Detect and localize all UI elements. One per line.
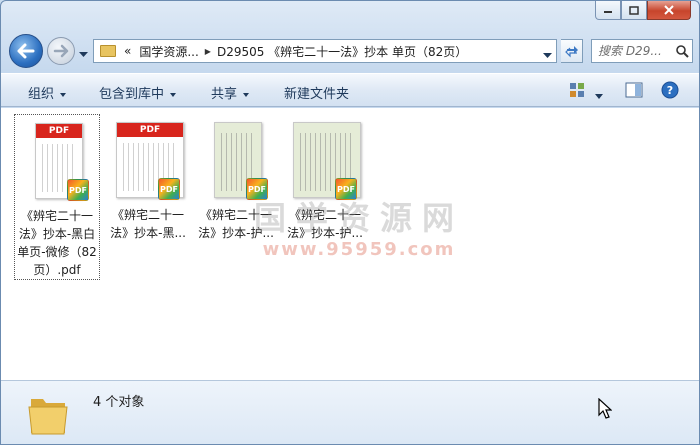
- file-item-1[interactable]: PDF PDF 《辨宅二十一法》抄本-黑白单页-微修（82页）.pdf: [14, 114, 100, 280]
- pdf-app-icon: PDF: [67, 179, 89, 201]
- file-list-view[interactable]: PDF PDF 《辨宅二十一法》抄本-黑白单页-微修（82页）.pdf PDF …: [1, 108, 699, 380]
- chevron-down-icon: [170, 92, 177, 97]
- arrow-left-icon: [17, 43, 35, 59]
- command-toolbar: 组织 包含到库中 共享 新建文件夹 ?: [1, 73, 699, 107]
- maximize-icon: [629, 5, 639, 15]
- help-button[interactable]: ?: [661, 81, 679, 102]
- file-name: 《辨宅二十一法》抄本-护...: [287, 208, 363, 240]
- organize-label: 组织: [28, 87, 55, 102]
- back-button[interactable]: [9, 34, 43, 68]
- breadcrumb-segment-1[interactable]: 国学资源...: [135, 43, 202, 60]
- explorer-window: « 国学资源... ▶ D29505 《辨宅二十一法》抄本 单页（82页） 组织…: [0, 0, 700, 445]
- address-overflow[interactable]: «: [120, 44, 135, 58]
- include-library-label: 包含到库中: [99, 87, 165, 102]
- view-options-icon: [570, 83, 584, 97]
- help-icon: ?: [661, 81, 679, 99]
- refresh-icon: [564, 46, 578, 58]
- pdf-banner: PDF: [117, 123, 183, 137]
- item-count: 4 个对象: [93, 395, 145, 410]
- file-thumbnail: PDF: [202, 120, 270, 200]
- file-name: 《辨宅二十一法》抄本-黑...: [110, 208, 186, 240]
- caption-buttons: [595, 1, 691, 20]
- chevron-down-icon: [79, 52, 88, 57]
- file-item-4[interactable]: PDF 《辨宅二十一法》抄本-护...: [282, 114, 368, 242]
- share-button[interactable]: 共享: [211, 83, 250, 102]
- breadcrumb-separator-icon[interactable]: ▶: [203, 47, 213, 56]
- file-item-2[interactable]: PDF PDF 《辨宅二十一法》抄本-黑...: [105, 114, 191, 242]
- new-folder-button[interactable]: 新建文件夹: [284, 83, 349, 102]
- minimize-icon: [604, 11, 612, 13]
- search-input[interactable]: [598, 44, 676, 58]
- watermark-url: www.95959.com: [262, 239, 456, 260]
- chevron-down-icon: [243, 92, 250, 97]
- address-bar[interactable]: « 国学资源... ▶ D29505 《辨宅二十一法》抄本 单页（82页）: [93, 39, 557, 63]
- view-dropdown[interactable]: [595, 88, 603, 102]
- mouse-cursor-icon: [598, 398, 612, 419]
- file-name: 《辨宅二十一法》抄本-黑白单页-微修（82页）.pdf: [17, 209, 97, 277]
- recent-pages-dropdown[interactable]: [79, 47, 88, 61]
- breadcrumb-segment-2[interactable]: D29505 《辨宅二十一法》抄本 单页（82页）: [213, 43, 471, 60]
- chevron-down-icon: [543, 53, 552, 58]
- chevron-down-icon: [595, 94, 603, 99]
- file-item-3[interactable]: PDF 《辨宅二十一法》抄本-护...: [193, 114, 279, 242]
- search-icon[interactable]: [676, 44, 689, 58]
- pdf-app-icon: PDF: [246, 178, 268, 200]
- file-name: 《辨宅二十一法》抄本-护...: [198, 208, 274, 240]
- file-thumbnail: PDF PDF: [23, 121, 91, 201]
- folder-icon: [100, 45, 116, 57]
- file-thumbnail: PDF PDF: [114, 120, 184, 200]
- arrow-right-icon: [53, 44, 69, 58]
- navigation-row: « 国学资源... ▶ D29505 《辨宅二十一法》抄本 单页（82页）: [9, 33, 693, 68]
- organize-button[interactable]: 组织: [28, 83, 67, 102]
- new-folder-label: 新建文件夹: [284, 87, 350, 102]
- search-box[interactable]: [591, 39, 693, 63]
- pdf-app-icon: PDF: [158, 178, 180, 200]
- pdf-banner: PDF: [36, 124, 82, 138]
- close-icon: [664, 5, 674, 15]
- folder-icon: [28, 399, 68, 435]
- pdf-app-icon: PDF: [335, 178, 357, 200]
- share-label: 共享: [211, 87, 238, 102]
- preview-pane-button[interactable]: [625, 82, 643, 101]
- refresh-button[interactable]: [561, 39, 583, 63]
- forward-button[interactable]: [47, 37, 75, 65]
- minimize-button[interactable]: [595, 1, 621, 20]
- close-button[interactable]: [647, 1, 691, 20]
- change-view-button[interactable]: [569, 82, 585, 101]
- file-thumbnail: PDF: [291, 120, 361, 200]
- address-dropdown[interactable]: [543, 48, 552, 62]
- maximize-button[interactable]: [621, 1, 647, 20]
- include-in-library-button[interactable]: 包含到库中: [99, 83, 177, 102]
- preview-pane-icon: [625, 82, 643, 98]
- chevron-down-icon: [60, 92, 67, 97]
- details-pane: 4 个对象: [1, 380, 699, 444]
- svg-text:?: ?: [667, 84, 673, 97]
